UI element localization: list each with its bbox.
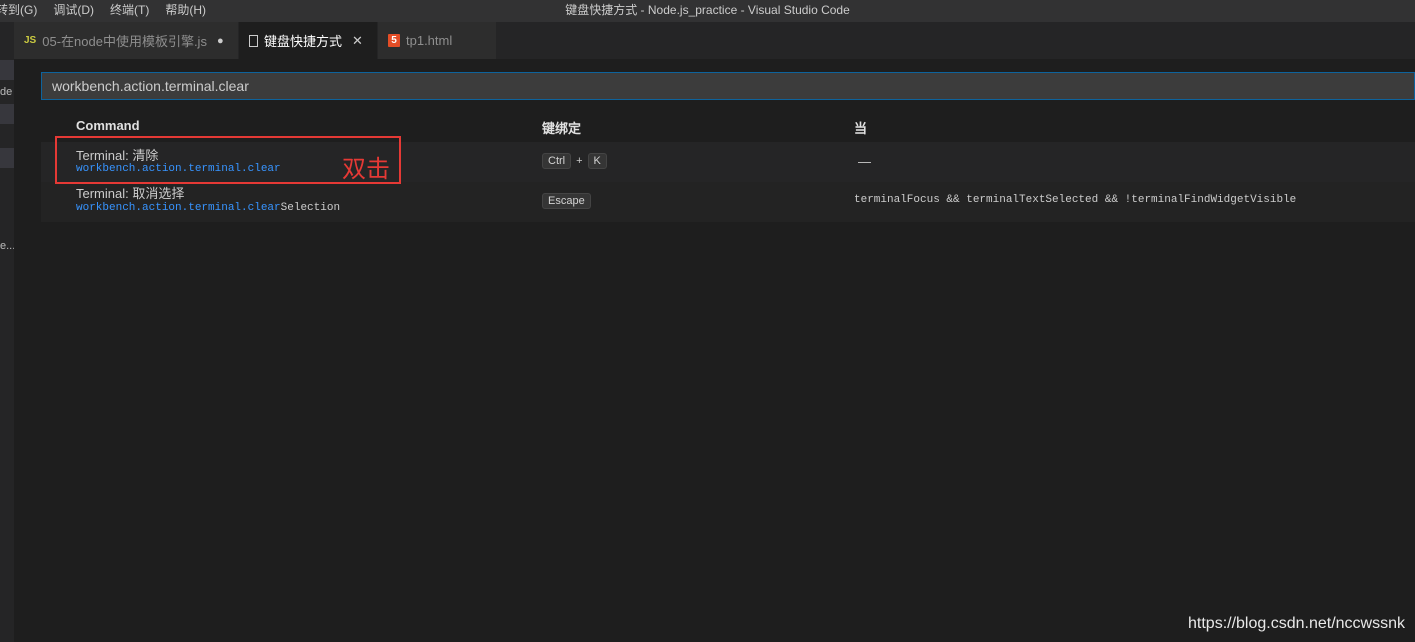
when-clause: terminalFocus && terminalTextSelected &&… [854,194,1297,206]
menu-bar: 转到(G) 调试(D) 终端(T) 帮助(H) [0,0,214,22]
column-header-when[interactable]: 当 [854,118,867,137]
watermark: https://blog.csdn.net/nccwssnk [1188,615,1405,632]
key-escape: Escape [542,193,591,209]
annotation-label: 双击 [342,157,390,183]
column-header-keybinding[interactable]: 键绑定 [542,118,581,137]
when-clause: — [858,154,871,169]
tab-html-file[interactable]: 5 tp1.html [378,22,497,59]
window-title: 键盘快捷方式 - Node.js_practice - Visual Studi… [565,3,850,17]
command-id: workbench.action.terminal.clearSelection [76,202,340,214]
key-ctrl: Ctrl [542,153,572,169]
file-icon [249,34,258,47]
key-separator: + [576,155,583,167]
unsaved-dot-icon[interactable]: ● [217,35,224,47]
menu-debug[interactable]: 调试(D) [45,0,102,22]
keybinding: Escape [542,193,591,209]
command-id-match: workbench.action.terminal.clear [76,202,281,214]
sidebar-fragment[interactable]: e... [0,240,14,252]
tab-keyboard-shortcuts[interactable]: 键盘快捷方式 ✕ [239,22,378,59]
keybinding: Ctrl + K [542,153,607,169]
column-header-command[interactable]: Command [76,118,140,133]
menu-help[interactable]: 帮助(H) [157,0,214,22]
key-k: K [587,153,607,169]
html5-icon: 5 [388,34,400,47]
tab-label: 05-在node中使用模板引擎.js [42,34,207,49]
tab-bar: JS 05-在node中使用模板引擎.js ● 键盘快捷方式 ✕ 5 tp1.h… [14,22,1415,59]
menu-goto[interactable]: 转到(G) [0,0,45,22]
sidebar-row[interactable] [0,104,14,124]
sidebar-row[interactable] [0,60,14,80]
menu-terminal[interactable]: 终端(T) [102,0,157,22]
sidebar-fragment[interactable]: de [0,86,14,98]
close-icon[interactable]: ✕ [352,33,363,49]
tab-label: 键盘快捷方式 [264,34,343,49]
sidebar-strip: de e... [0,22,14,642]
command-id-rest: Selection [280,202,341,214]
keybindings-search-input[interactable] [41,72,1415,100]
title-bar: 转到(G) 调试(D) 终端(T) 帮助(H) 键盘快捷方式 - Node.js… [0,0,1415,22]
tab-js-file[interactable]: JS 05-在node中使用模板引擎.js ● [14,22,239,59]
table-row[interactable]: Terminal: 取消选择 workbench.action.terminal… [41,182,1415,222]
javascript-icon: JS [24,35,37,46]
tab-label: tp1.html [406,33,453,48]
sidebar-row[interactable] [0,148,14,168]
command-title: Terminal: 取消选择 [76,186,185,201]
